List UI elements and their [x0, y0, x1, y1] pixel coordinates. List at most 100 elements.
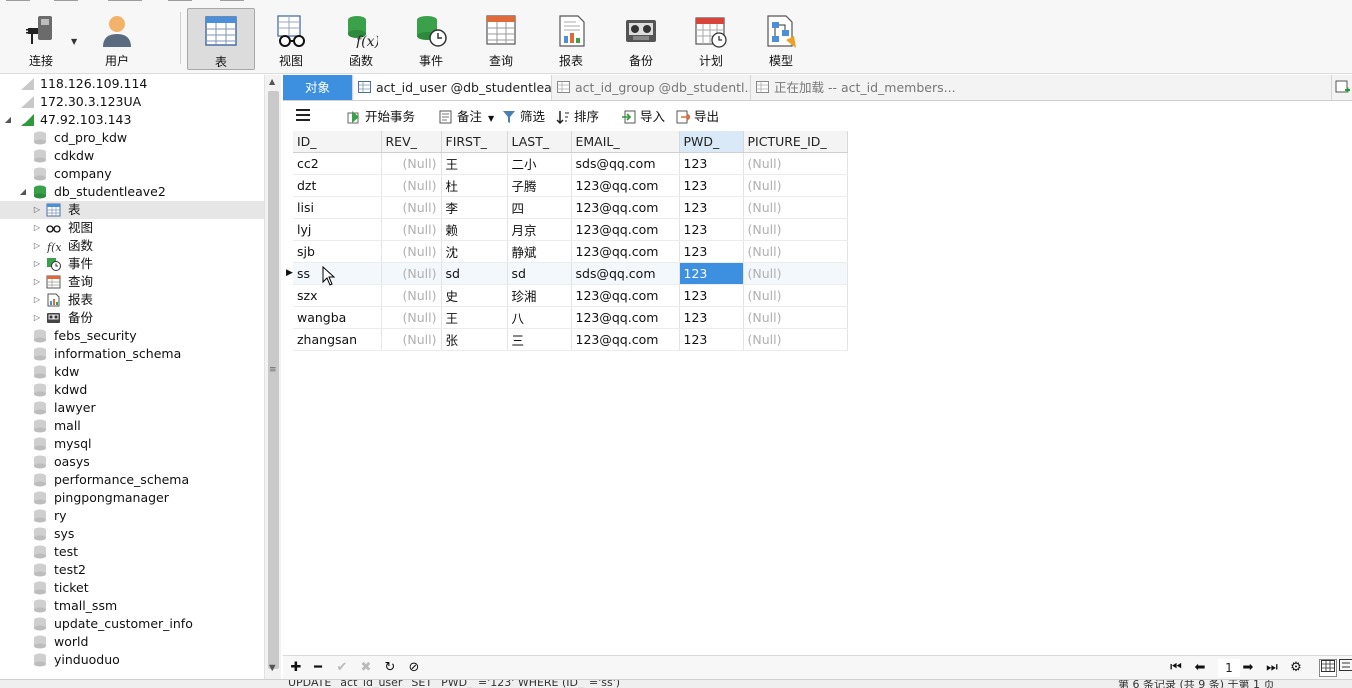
- column-header[interactable]: EMAIL_: [571, 131, 680, 153]
- table-cell[interactable]: 123: [679, 152, 744, 175]
- settings-button[interactable]: ⚙: [1287, 659, 1305, 677]
- note-button[interactable]: 备注 ▼: [439, 108, 494, 126]
- toolbar-query-button[interactable]: 查询: [468, 8, 534, 70]
- hamburger-menu-button[interactable]: [295, 108, 311, 126]
- tab-act-id-group[interactable]: act_id_group @db_studentl...: [553, 75, 751, 100]
- apply-changes-button[interactable]: ✔: [333, 659, 351, 677]
- tree-node-tables[interactable]: ▷ 表: [0, 201, 264, 219]
- database-item[interactable]: yinduoduo: [0, 651, 264, 669]
- table-cell[interactable]: 二小: [507, 152, 572, 175]
- table-cell[interactable]: szx: [293, 284, 382, 307]
- table-cell[interactable]: (Null): [381, 196, 442, 219]
- table-cell[interactable]: (Null): [381, 306, 442, 329]
- table-cell[interactable]: 珍湘: [507, 284, 572, 307]
- table-cell[interactable]: 123: [679, 196, 744, 219]
- expand-arrow-icon[interactable]: ▷: [32, 291, 42, 309]
- first-page-button[interactable]: ⏮: [1167, 659, 1185, 677]
- table-cell[interactable]: sds@qq.com: [571, 152, 680, 175]
- toolbar-table-button[interactable]: 表: [187, 8, 255, 70]
- table-cell[interactable]: 张: [441, 328, 508, 351]
- table-cell[interactable]: 123@qq.com: [571, 196, 680, 219]
- table-cell[interactable]: (Null): [381, 218, 442, 241]
- table-cell[interactable]: 史: [441, 284, 508, 307]
- table-row[interactable]: lisi (Null) 李四 123@qq.com 123 (Null): [293, 196, 848, 219]
- database-item-open[interactable]: ◢ db_studentleave2: [0, 183, 264, 201]
- collapse-arrow-icon[interactable]: ◢: [18, 183, 28, 201]
- tree-node-backups[interactable]: ▷ 备份: [0, 309, 264, 327]
- table-cell[interactable]: 123: [679, 262, 744, 285]
- table-cell[interactable]: 123@qq.com: [571, 328, 680, 351]
- table-row[interactable]: lyj (Null) 赖月京 123@qq.com 123 (Null): [293, 218, 848, 241]
- table-cell[interactable]: sd: [507, 262, 572, 285]
- table-cell[interactable]: 123@qq.com: [571, 218, 680, 241]
- table-cell[interactable]: (Null): [743, 152, 848, 175]
- database-item[interactable]: mall: [0, 417, 264, 435]
- table-cell[interactable]: 四: [507, 196, 572, 219]
- table-cell[interactable]: wangba: [293, 306, 382, 329]
- table-cell[interactable]: ss: [293, 262, 382, 285]
- table-cell[interactable]: 123: [679, 218, 744, 241]
- note-dropdown-icon[interactable]: ▼: [488, 114, 494, 123]
- tree-scrollbar[interactable]: ▲ ≡ ▼: [264, 75, 281, 679]
- database-item[interactable]: tmall_ssm: [0, 597, 264, 615]
- table-cell[interactable]: 123: [679, 306, 744, 329]
- database-item[interactable]: performance_schema: [0, 471, 264, 489]
- toolbar-event-button[interactable]: 事件: [398, 8, 464, 70]
- database-item[interactable]: update_customer_info: [0, 615, 264, 633]
- table-cell[interactable]: (Null): [743, 284, 848, 307]
- toolbar-view-button[interactable]: 视图: [258, 8, 324, 70]
- database-item[interactable]: information_schema: [0, 345, 264, 363]
- database-item[interactable]: test2: [0, 561, 264, 579]
- table-cell[interactable]: 123: [679, 174, 744, 197]
- table-cell[interactable]: dzt: [293, 174, 382, 197]
- table-cell[interactable]: 杜: [441, 174, 508, 197]
- table-row[interactable]: ss (Null) sd sd sds@qq.com 123 (Null): [293, 262, 848, 285]
- stop-button[interactable]: ⊘: [405, 659, 423, 677]
- tree-node-reports[interactable]: ▷ 报表: [0, 291, 264, 309]
- database-item[interactable]: test: [0, 543, 264, 561]
- database-item[interactable]: world: [0, 633, 264, 651]
- tree-node-events[interactable]: ▷ 事件: [0, 255, 264, 273]
- table-cell[interactable]: 王: [441, 306, 508, 329]
- table-row[interactable]: cc2 (Null) 王二小 sds@qq.com 123 (Null): [293, 152, 848, 175]
- table-cell[interactable]: zhangsan: [293, 328, 382, 351]
- database-item[interactable]: mysql: [0, 435, 264, 453]
- export-button[interactable]: 导出: [676, 108, 719, 126]
- table-cell[interactable]: 123: [679, 240, 744, 263]
- connect-dropdown-icon[interactable]: ▼: [71, 37, 77, 46]
- column-header[interactable]: FIRST_: [441, 131, 508, 153]
- import-button[interactable]: 导入: [622, 108, 665, 126]
- database-item[interactable]: ticket: [0, 579, 264, 597]
- sort-button[interactable]: 排序: [556, 108, 599, 126]
- scroll-up-icon[interactable]: ▲: [269, 77, 275, 86]
- database-item[interactable]: company: [0, 165, 264, 183]
- begin-transaction-button[interactable]: 开始事务: [347, 108, 415, 126]
- table-row[interactable]: sjb (Null) 沈静斌 123@qq.com 123 (Null): [293, 240, 848, 263]
- form-view-button[interactable]: [1339, 659, 1352, 677]
- table-cell[interactable]: (Null): [381, 174, 442, 197]
- table-cell[interactable]: 李: [441, 196, 508, 219]
- expand-arrow-icon[interactable]: ▷: [32, 309, 42, 327]
- splitter-grip-icon[interactable]: ≡: [269, 365, 277, 375]
- toolbar-schedule-button[interactable]: 计划: [678, 8, 744, 70]
- table-cell[interactable]: (Null): [381, 328, 442, 351]
- table-cell[interactable]: cc2: [293, 152, 382, 175]
- page-number-input[interactable]: 1: [1218, 659, 1240, 677]
- refresh-button[interactable]: ↻: [381, 659, 399, 677]
- connection-item[interactable]: 172.30.3.123UA: [0, 93, 264, 111]
- database-item[interactable]: lawyer: [0, 399, 264, 417]
- expand-arrow-icon[interactable]: ▷: [32, 201, 42, 219]
- scrollbar-thumb[interactable]: [268, 91, 279, 669]
- expand-arrow-icon[interactable]: ▷: [32, 273, 42, 291]
- column-header[interactable]: PWD_: [679, 131, 744, 153]
- table-cell[interactable]: 王: [441, 152, 508, 175]
- table-cell[interactable]: (Null): [381, 284, 442, 307]
- table-cell[interactable]: (Null): [743, 174, 848, 197]
- table-cell[interactable]: 月京: [507, 218, 572, 241]
- tree-node-functions[interactable]: ▷ f(x) 函数: [0, 237, 264, 255]
- table-cell[interactable]: 子腾: [507, 174, 572, 197]
- table-row[interactable]: wangba (Null) 王八 123@qq.com 123 (Null): [293, 306, 848, 329]
- database-item[interactable]: sys: [0, 525, 264, 543]
- table-cell[interactable]: sd: [441, 262, 508, 285]
- toolbar-function-button[interactable]: f(x) 函数: [328, 8, 394, 70]
